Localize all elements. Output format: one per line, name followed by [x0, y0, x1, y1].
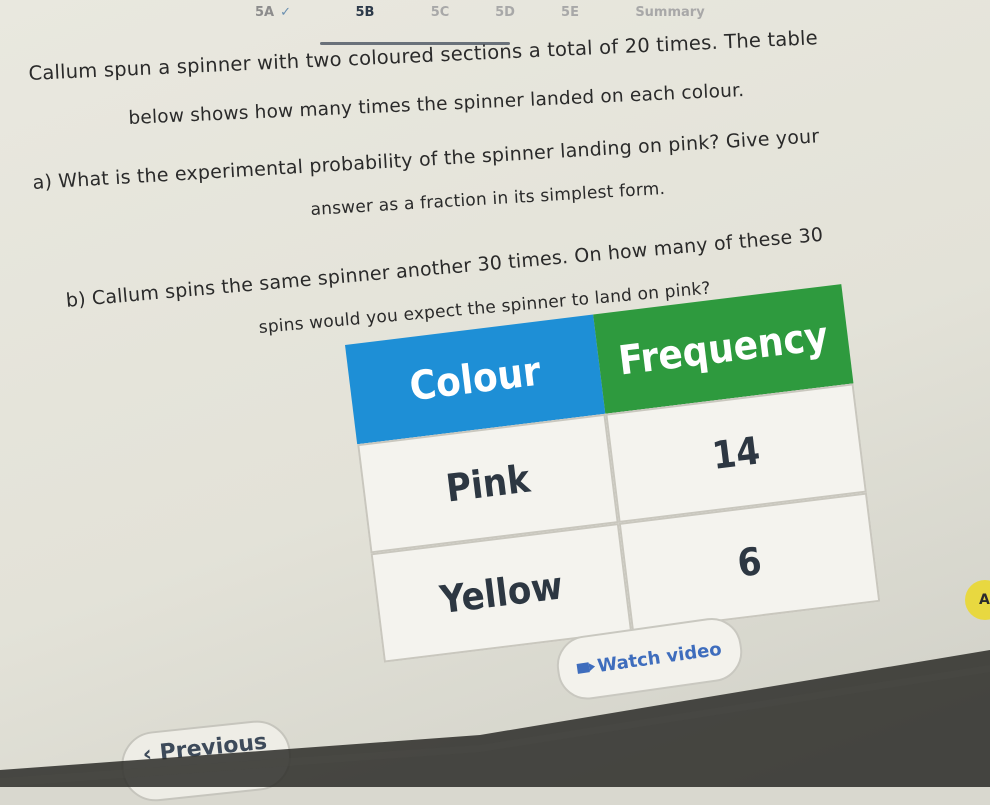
check-icon: ✓	[280, 5, 291, 20]
previous-label: Previous	[158, 729, 269, 766]
tab-bar: 5A ✓ 5B 5C 5D 5E Summary	[0, 0, 990, 45]
tab-label: 5B	[355, 5, 375, 20]
tab-summary[interactable]: Summary	[625, 0, 715, 34]
video-icon	[577, 662, 591, 674]
frequency-table: Colour Frequency Pink 14 Yellow 6	[345, 284, 881, 663]
watch-video-label: Watch video	[596, 638, 723, 677]
question-part-a-line-1: a) What is the experimental probability …	[32, 125, 820, 194]
tab-label: 5C	[430, 5, 450, 20]
screen: 5A ✓ 5B 5C 5D 5E Summary Callum spun a sp…	[0, 0, 990, 805]
tab-label: 5D	[495, 5, 515, 20]
side-badge[interactable]: A	[965, 580, 990, 620]
chevron-left-icon: ‹	[141, 741, 154, 768]
tab-5a[interactable]: 5A ✓	[228, 0, 318, 34]
question-part-a-line-2: answer as a fraction in its simplest for…	[310, 178, 666, 220]
tab-label: 5E	[561, 5, 579, 20]
previous-button[interactable]: ‹ Previous	[118, 717, 295, 805]
tab-5d[interactable]: 5D	[475, 0, 535, 34]
tab-5b[interactable]: 5B	[320, 0, 410, 34]
question-part-b-line-1: b) Callum spins the same spinner another…	[65, 223, 825, 312]
tab-5c[interactable]: 5C	[410, 0, 470, 34]
tab-5e[interactable]: 5E	[540, 0, 600, 34]
tab-label: 5A	[254, 5, 275, 20]
tab-label: Summary	[635, 5, 705, 20]
question-intro-line-2: below shows how many times the spinner l…	[128, 80, 745, 129]
